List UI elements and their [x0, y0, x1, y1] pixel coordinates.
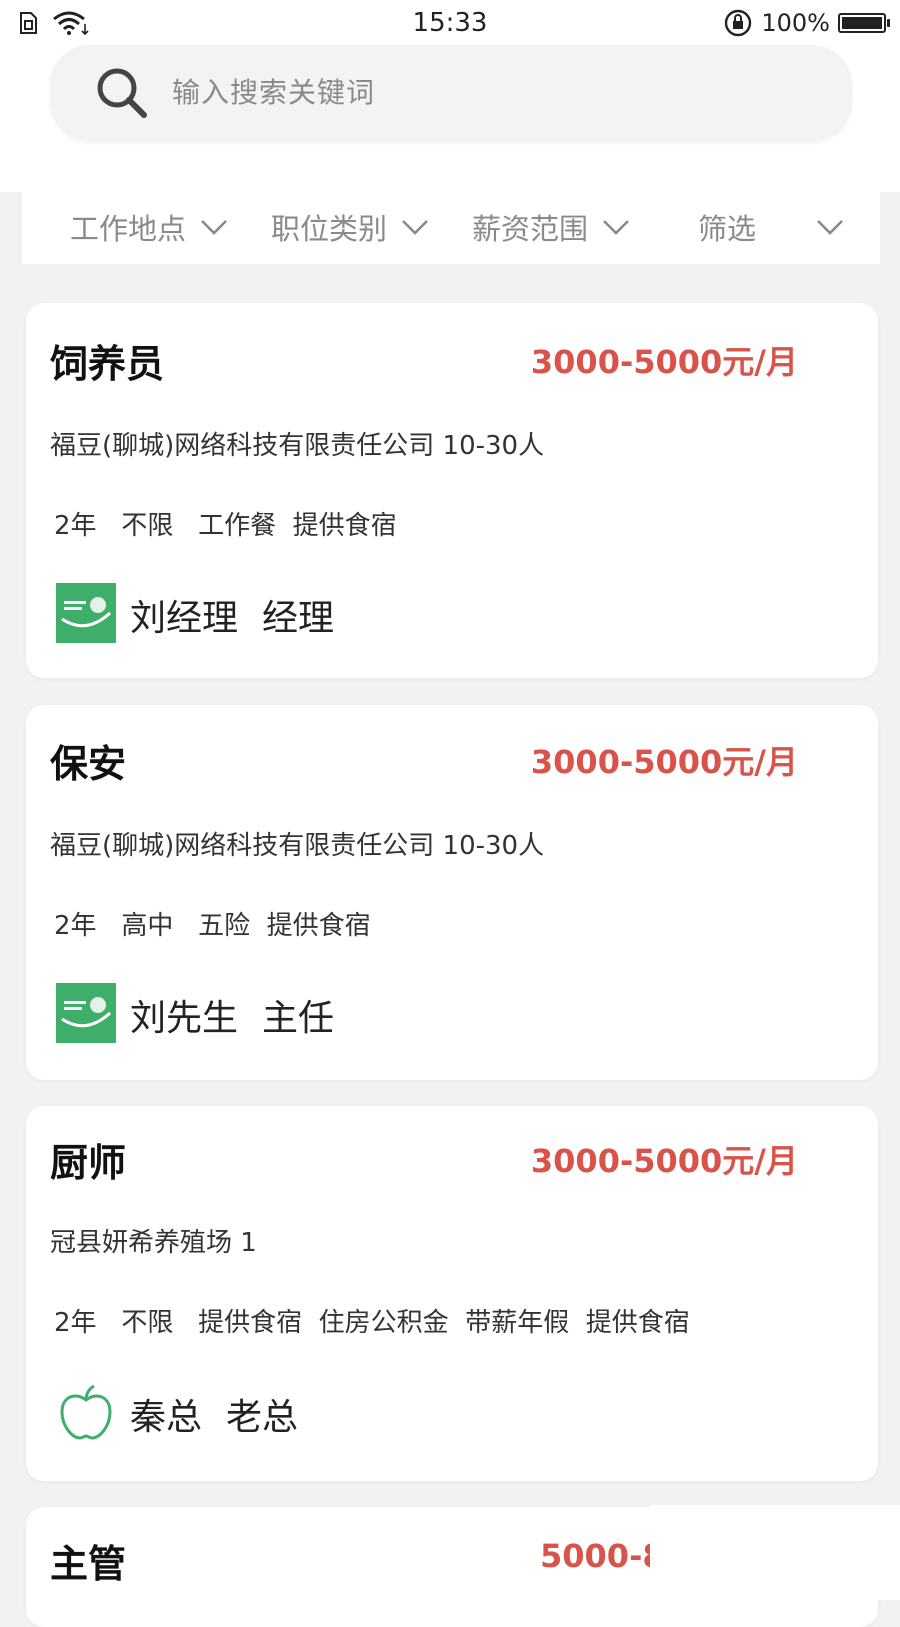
- status-right: 100%: [723, 8, 890, 38]
- filter-location[interactable]: 工作地点: [70, 204, 228, 250]
- contact-role: 主任: [262, 998, 335, 1039]
- job-company: 福豆(聊城)网络科技有限责任公司 10-30人: [50, 431, 545, 461]
- job-card[interactable]: 饲养员 3000-5000元/月 福豆(聊城)网络科技有限责任公司 10-30人…: [26, 303, 878, 678]
- contact-role: 老总: [226, 1397, 299, 1438]
- contact-name: 刘经理: [130, 598, 239, 639]
- job-salary: 5000-8: [540, 1537, 665, 1575]
- battery-level: [842, 17, 882, 29]
- job-contact: 刘经理 经理: [130, 589, 334, 641]
- battery-icon: [838, 13, 890, 33]
- chevron-down-icon: [603, 220, 629, 235]
- company-logo: [56, 983, 116, 1043]
- job-tags: 2年 高中 五险 提供食宿: [54, 911, 371, 941]
- job-company: 冠县妍希养殖场 1: [50, 1228, 257, 1258]
- job-tags: 2年 不限 工作餐 提供食宿: [54, 511, 397, 541]
- filter-label: 工作地点: [70, 212, 187, 246]
- filter-label: 薪资范围: [472, 212, 589, 246]
- job-salary: 3000-5000元/月: [530, 1142, 798, 1180]
- job-card[interactable]: 保安 3000-5000元/月 福豆(聊城)网络科技有限责任公司 10-30人 …: [26, 705, 878, 1080]
- job-salary: 3000-5000元/月: [530, 743, 798, 781]
- site-watermark: [650, 1505, 900, 1600]
- filter-salary[interactable]: 薪资范围: [472, 204, 630, 250]
- search-bar[interactable]: 输入搜索关键词: [50, 45, 852, 141]
- status-bar: 15:33 100%: [0, 0, 900, 46]
- job-company: 福豆(聊城)网络科技有限责任公司 10-30人: [50, 831, 545, 861]
- search-icon: [97, 68, 147, 118]
- chevron-down-icon: [201, 220, 227, 235]
- job-title: 保安: [50, 742, 127, 786]
- filter-more[interactable]: 筛选: [698, 204, 844, 250]
- job-salary: 3000-5000元/月: [530, 343, 798, 381]
- company-logo: [56, 583, 116, 643]
- job-contact: 刘先生 主任: [130, 989, 334, 1041]
- job-title: 饲养员: [50, 342, 165, 386]
- search-input[interactable]: 输入搜索关键词: [172, 71, 375, 111]
- contact-role: 经理: [262, 598, 335, 639]
- apple-icon: [60, 1384, 112, 1440]
- rotation-lock-icon: [725, 9, 752, 37]
- job-title: 厨师: [50, 1141, 127, 1185]
- contact-name: 秦总: [130, 1397, 203, 1438]
- filter-label: 筛选: [698, 212, 757, 246]
- job-tags: 2年 不限 提供食宿 住房公积金 带薪年假 提供食宿: [54, 1308, 690, 1338]
- filter-bar: 工作地点 职位类别 薪资范围 筛选: [22, 192, 880, 264]
- filter-label: 职位类别: [271, 212, 388, 246]
- chevron-down-icon: [402, 220, 428, 235]
- job-card[interactable]: 厨师 3000-5000元/月 冠县妍希养殖场 1 2年 不限 提供食宿 住房公…: [26, 1106, 878, 1481]
- filter-category[interactable]: 职位类别: [271, 204, 429, 250]
- chevron-down-icon: [817, 220, 843, 235]
- contact-name: 刘先生: [130, 998, 239, 1039]
- job-contact: 秦总 老总: [130, 1388, 298, 1440]
- battery-percent: 100%: [761, 9, 830, 37]
- job-title: 主管: [50, 1542, 127, 1586]
